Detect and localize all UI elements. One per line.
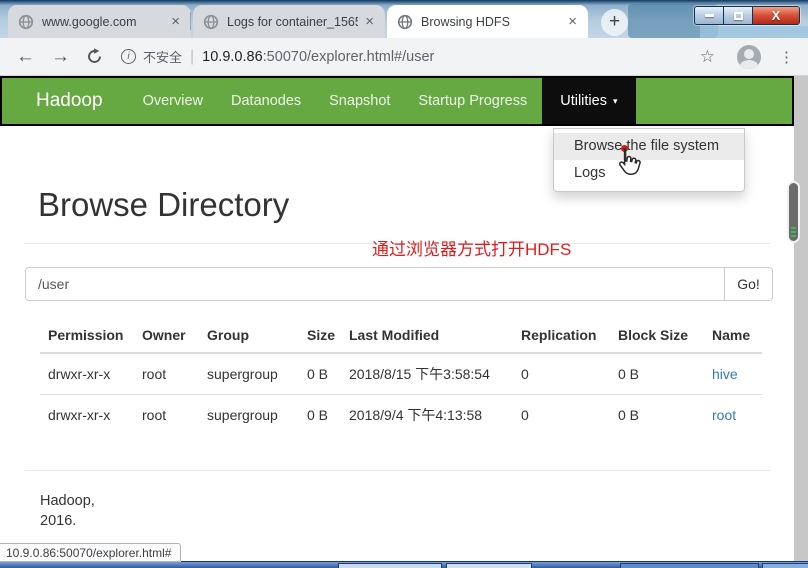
close-icon: X	[772, 8, 781, 23]
cell-size: 0 B	[299, 395, 341, 436]
taskbar-window-button[interactable]	[338, 563, 442, 568]
column-header-name: Name	[704, 318, 762, 353]
omnibox-divider: |	[190, 48, 194, 66]
cell-replication: 0	[513, 395, 610, 436]
scroll-indicator-stripe	[791, 235, 796, 237]
browser-tab-logs[interactable]: Logs for container_1565 ×	[193, 5, 385, 38]
cell-permission: drwxr-xr-x	[40, 353, 134, 395]
taskbar[interactable]	[0, 561, 808, 568]
browser-menu-icon[interactable]: ⋮	[779, 48, 794, 66]
footer-text: Hadoop,	[40, 493, 95, 509]
cell-group: supergroup	[199, 353, 299, 395]
restore-button[interactable]	[724, 7, 753, 24]
cell-modified: 2018/8/15 下午3:58:54	[341, 353, 513, 395]
file-link-hive[interactable]: hive	[712, 366, 738, 382]
files-table: Permission Owner Group Size Last Modifie…	[40, 318, 762, 435]
tab-strip: www.google.com × Logs for container_1565…	[0, 0, 808, 38]
cell-owner: root	[134, 395, 199, 436]
annotation-text: 通过浏览器方式打开HDFS	[372, 235, 571, 260]
minimize-button[interactable]	[695, 7, 724, 24]
column-header-group: Group	[199, 318, 299, 353]
back-button[interactable]: ←	[16, 46, 35, 68]
globe-icon	[18, 14, 34, 30]
hand-cursor-icon	[614, 147, 642, 177]
browser-toolbar: ← → i 不安全 | 10.9.0.86:50070/explorer.htm…	[0, 38, 808, 76]
hadoop-brand[interactable]: Hadoop	[36, 90, 103, 112]
tab-title: Logs for container_1565	[227, 15, 358, 29]
nav-item-datanodes[interactable]: Datanodes	[217, 78, 315, 124]
profile-avatar[interactable]	[737, 45, 761, 69]
page-title: Browse Directory	[38, 186, 289, 224]
cell-permission: drwxr-xr-x	[40, 395, 134, 436]
info-icon[interactable]: i	[121, 49, 136, 64]
taskbar-window-button[interactable]	[620, 563, 759, 568]
url-text[interactable]: 10.9.0.86:50070/explorer.html#/user	[202, 49, 434, 65]
security-label: 不安全	[143, 47, 182, 66]
cell-block-size: 0 B	[610, 353, 704, 395]
table-header-row: Permission Owner Group Size Last Modifie…	[40, 318, 762, 353]
utilities-dropdown: Browse the file system Logs	[553, 128, 745, 192]
nav-item-overview[interactable]: Overview	[129, 78, 217, 124]
cell-modified: 2018/9/4 下午4:13:58	[341, 395, 513, 436]
browser-tab-hdfs-active[interactable]: Browsing HDFS ×	[387, 5, 588, 38]
footer-text: 2016.	[40, 513, 76, 529]
scroll-indicator-stripe	[791, 231, 796, 233]
column-header-permission: Permission	[40, 318, 134, 353]
column-header-owner: Owner	[134, 318, 199, 353]
close-button[interactable]: X	[753, 7, 799, 24]
scrollbar-thumb[interactable]	[787, 181, 800, 243]
column-header-last-modified: Last Modified	[341, 318, 513, 353]
desktop-wallpaper	[700, 26, 808, 38]
url-path: :50070/explorer.html#/user	[263, 49, 435, 65]
bookmark-star-icon[interactable]: ☆	[700, 47, 715, 67]
scroll-indicator-stripe	[791, 227, 796, 229]
tab-close-icon[interactable]: ×	[168, 13, 183, 30]
tab-close-icon[interactable]: ×	[565, 13, 580, 30]
minimize-icon	[705, 14, 714, 17]
browser-window: www.google.com × Logs for container_1565…	[0, 0, 808, 568]
cell-block-size: 0 B	[610, 395, 704, 436]
cell-group: supergroup	[199, 395, 299, 436]
avatar-body	[740, 60, 758, 69]
taskbar-window-button[interactable]	[446, 563, 532, 568]
window-controls: X	[694, 6, 800, 25]
utilities-label: Utilities	[560, 93, 607, 109]
column-header-block-size: Block Size	[610, 318, 704, 353]
status-bar: 10.9.0.86:50070/explorer.html#	[0, 543, 181, 562]
url-host: 10.9.0.86	[202, 49, 262, 65]
cell-owner: root	[134, 353, 199, 395]
chevron-down-icon: ▾	[613, 96, 618, 107]
new-tab-button[interactable]: +	[601, 9, 628, 36]
tab-title: Browsing HDFS	[421, 15, 561, 29]
globe-icon	[397, 14, 413, 30]
dropdown-item-logs[interactable]: Logs	[554, 160, 744, 187]
table-row: drwxr-xr-x root supergroup 0 B 2018/8/15…	[40, 353, 762, 395]
avatar-head	[744, 49, 754, 59]
dropdown-item-browse-file-system[interactable]: Browse the file system	[554, 133, 744, 160]
browser-tab-google[interactable]: www.google.com ×	[8, 5, 191, 38]
go-button[interactable]: Go!	[725, 267, 773, 301]
restore-icon	[734, 12, 743, 20]
globe-icon	[203, 14, 219, 30]
cell-size: 0 B	[299, 353, 341, 395]
tab-title: www.google.com	[42, 15, 164, 29]
table-row: drwxr-xr-x root supergroup 0 B 2018/9/4 …	[40, 395, 762, 436]
cell-replication: 0	[513, 353, 610, 395]
page-scrollbar[interactable]	[794, 76, 808, 561]
divider	[25, 470, 770, 471]
path-input-group: Go!	[25, 267, 773, 301]
taskbar-window-button[interactable]	[762, 563, 808, 568]
forward-button[interactable]: →	[51, 46, 70, 68]
nav-item-snapshot[interactable]: Snapshot	[315, 78, 404, 124]
path-input[interactable]	[25, 267, 725, 301]
column-header-size: Size	[299, 318, 341, 353]
tab-close-icon[interactable]: ×	[362, 13, 377, 30]
reload-button[interactable]	[86, 48, 103, 65]
column-header-replication: Replication	[513, 318, 610, 353]
tab-divider	[190, 12, 191, 30]
nav-item-startup-progress[interactable]: Startup Progress	[404, 78, 541, 124]
hadoop-navbar: Hadoop Overview Datanodes Snapshot Start…	[0, 76, 794, 126]
nav-item-utilities[interactable]: Utilities ▾	[542, 78, 635, 124]
file-link-root[interactable]: root	[712, 407, 736, 423]
